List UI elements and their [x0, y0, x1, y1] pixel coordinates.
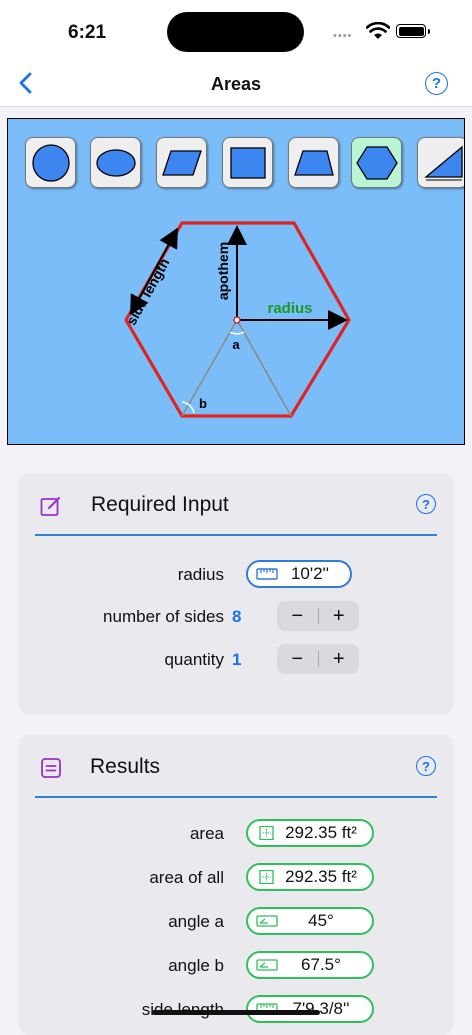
area-result[interactable]: 292.35 ft² — [246, 819, 374, 847]
increment-quantity-button[interactable]: + — [319, 648, 360, 671]
shape-diagram-panel: side length apothem radius a b — [7, 118, 465, 445]
angle-b-row: angle b 67.5° — [18, 949, 454, 983]
divider — [35, 796, 437, 798]
results-help-button[interactable]: ? — [416, 756, 436, 776]
angle-a-label: angle a — [168, 912, 224, 931]
signal-icon: •••• — [333, 30, 353, 42]
area-of-all-value: 292.35 ft² — [285, 867, 357, 886]
area-icon — [259, 826, 274, 840]
angle-icon — [256, 915, 278, 927]
angle-b-label: b — [199, 396, 207, 411]
status-time: 6:21 — [68, 22, 107, 43]
angle-b-value: 67.5° — [301, 955, 341, 974]
quantity-row: quantity 1 − + — [18, 643, 454, 677]
area-value: 292.35 ft² — [285, 823, 357, 842]
results-list-icon — [41, 758, 61, 778]
required-input-card: Required Input ? radius 10'2'' number of… — [18, 473, 454, 715]
area-of-all-label: area of all — [149, 868, 224, 887]
number-of-sides-value: 8 — [232, 607, 242, 626]
home-indicator — [152, 1010, 320, 1015]
angle-icon — [256, 959, 278, 971]
area-of-all-result[interactable]: 292.35 ft² — [246, 863, 374, 891]
apothem-label: apothem — [215, 242, 231, 300]
area-label: area — [189, 824, 224, 843]
radius-input[interactable]: 10'2'' — [246, 560, 352, 588]
quantity-value: 1 — [232, 650, 242, 669]
radius-value: 10'2'' — [290, 564, 330, 583]
dynamic-island — [167, 12, 304, 52]
ruler-icon — [256, 568, 278, 580]
number-of-sides-row: number of sides 8 − + — [18, 600, 454, 634]
hexagon-diagram: side length apothem radius a b — [123, 221, 351, 418]
area-row: area 292.35 ft² — [18, 817, 454, 851]
quantity-stepper: − + — [277, 644, 359, 674]
decrement-quantity-button[interactable]: − — [277, 648, 318, 671]
results-card: Results ? area 292.35 ft² area of all 29… — [18, 735, 454, 1035]
area-of-all-row: area of all 292.35 ft² — [18, 861, 454, 895]
side-length-result[interactable]: 7'9 3/8'' — [246, 995, 374, 1023]
angle-a-label: a — [232, 337, 240, 352]
required-input-header: Required Input ? — [18, 473, 454, 536]
status-bar: 6:21 •••• — [0, 0, 472, 62]
required-input-title: Required Input — [91, 493, 229, 516]
angle-b-label: angle b — [168, 956, 224, 975]
decrement-sides-button[interactable]: − — [277, 605, 318, 628]
angle-a-value: 45° — [308, 911, 334, 930]
quantity-label: quantity — [164, 650, 224, 669]
angle-b-result[interactable]: 67.5° — [246, 951, 374, 979]
radius-label: radius — [177, 565, 224, 584]
divider — [35, 534, 437, 536]
number-of-sides-stepper: − + — [277, 601, 359, 631]
page-title: Areas — [210, 74, 262, 94]
wifi-icon — [366, 22, 390, 39]
increment-sides-button[interactable]: + — [319, 605, 360, 628]
side-length-label: side length — [123, 255, 173, 327]
angle-a-row: angle a 45° — [18, 905, 454, 939]
results-title: Results — [90, 755, 161, 778]
required-input-help-button[interactable]: ? — [416, 494, 436, 514]
side-length-value: 7'9 3/8'' — [292, 999, 350, 1018]
area-icon — [259, 870, 274, 884]
edit-icon — [40, 497, 60, 516]
angle-a-result[interactable]: 45° — [246, 907, 374, 935]
radius-label: radius — [267, 300, 312, 317]
battery-icon — [396, 24, 430, 38]
radius-row: radius 10'2'' — [18, 558, 454, 592]
results-header: Results ? — [18, 735, 454, 798]
navigation-bar: Areas — [0, 62, 472, 107]
number-of-sides-label: number of sides — [103, 607, 224, 626]
help-button[interactable]: ? — [425, 72, 448, 95]
